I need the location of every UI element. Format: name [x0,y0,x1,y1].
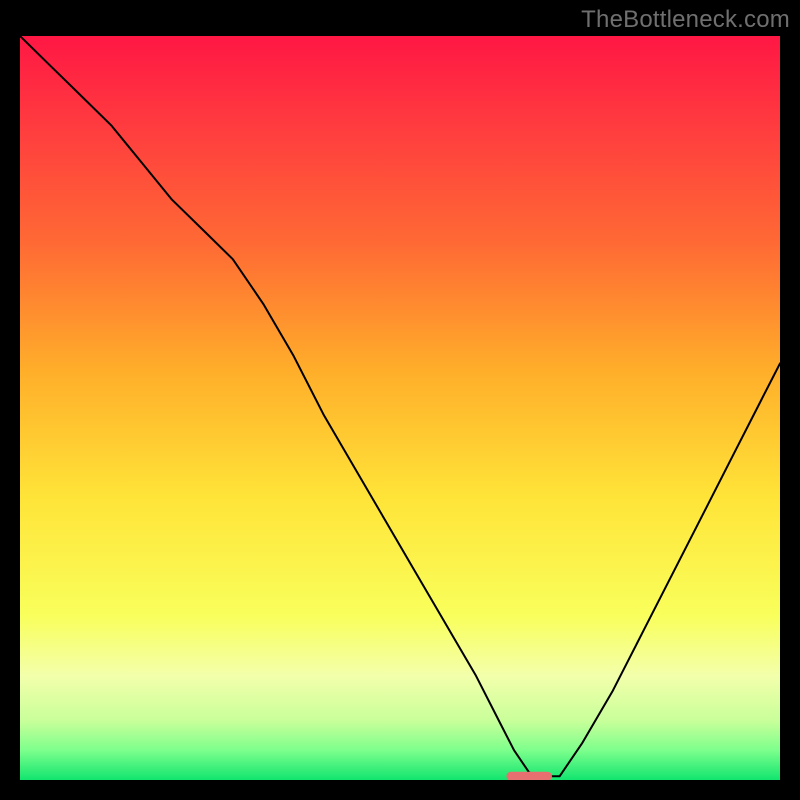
optimum-marker [506,772,552,780]
plot-area [20,36,780,780]
chart-svg [20,36,780,780]
chart-container: TheBottleneck.com [0,0,800,800]
watermark-text: TheBottleneck.com [581,6,790,34]
gradient-background [20,36,780,780]
